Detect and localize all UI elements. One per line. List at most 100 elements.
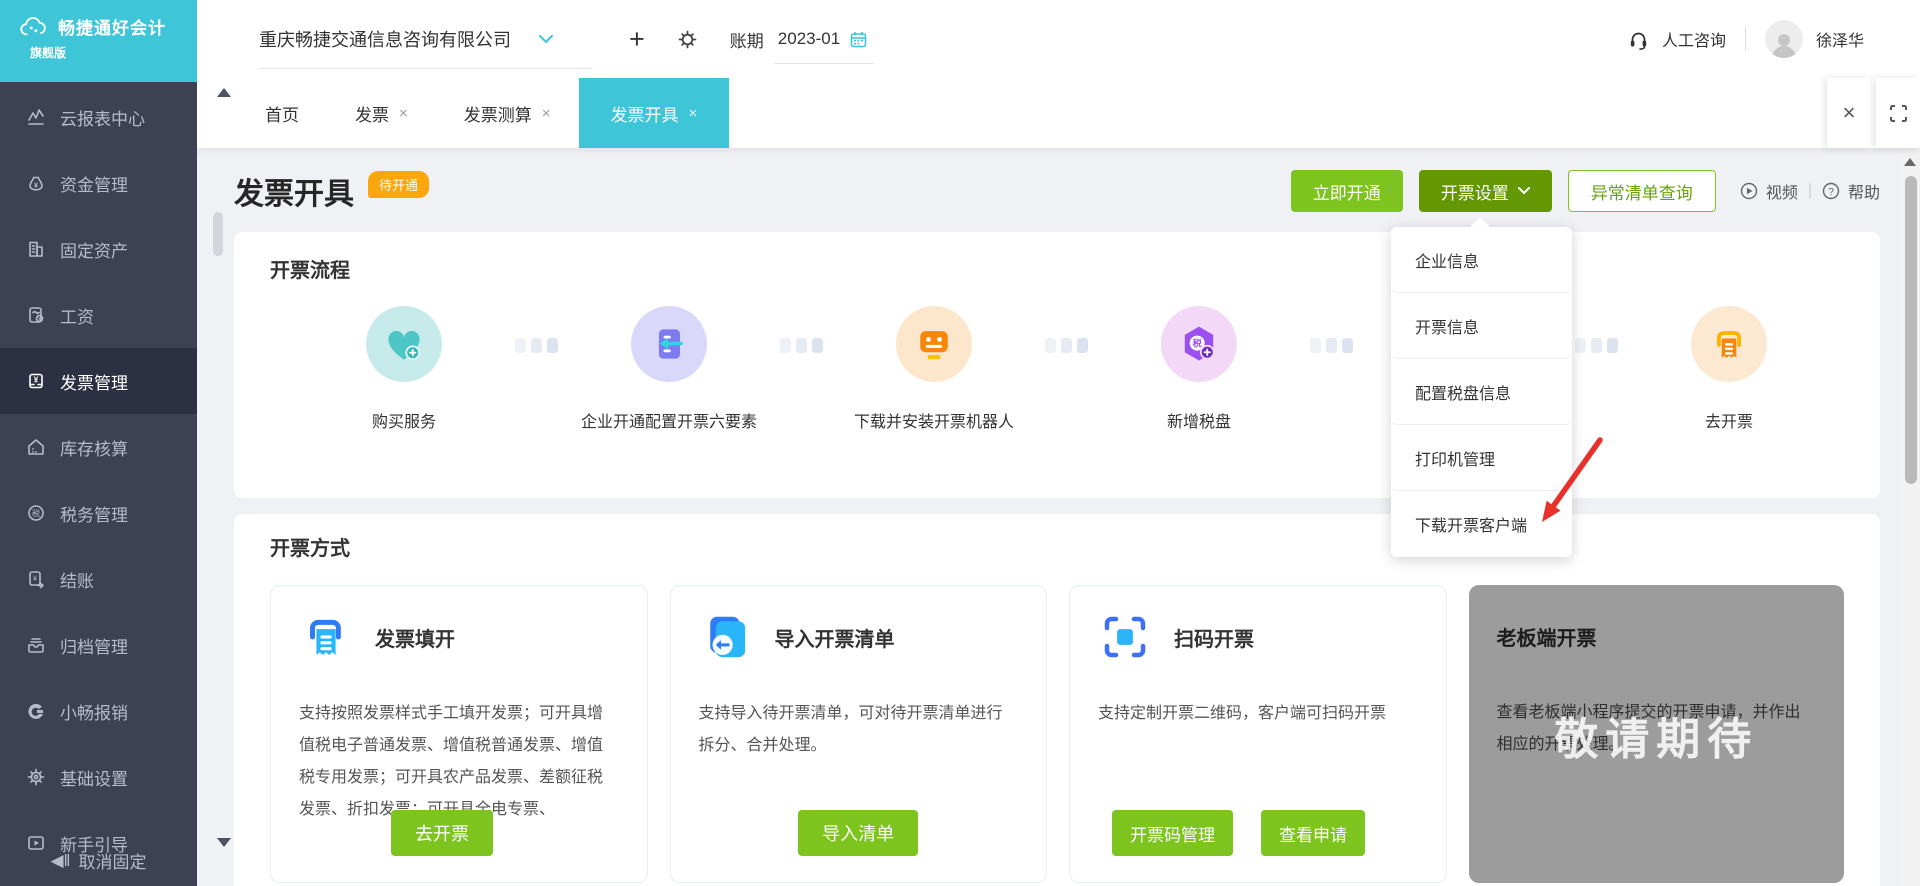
tab-label: 发票 (355, 105, 389, 125)
sidebar-item-inventory[interactable]: 库存核算 (0, 414, 197, 480)
card-boss-invoice: 老板端开票 查看老板端小程序提交的开票申请，并作出相应的开票处理。 敬请期待 (1468, 585, 1844, 883)
scan-card-buttons: 开票码管理 查看申请 (1112, 810, 1365, 856)
sidebar-scroll-down-icon[interactable] (217, 838, 231, 847)
tab-close-icon[interactable]: × (542, 105, 551, 122)
sidebar-item-expense[interactable]: 小畅报销 (0, 678, 197, 744)
flow-step-label: 企业开通配置开票六要素 (580, 414, 757, 431)
sidebar-scrollbar-thumb[interactable] (213, 212, 223, 256)
sidebar-item-cloud-reports[interactable]: 云报表中心 (0, 84, 197, 150)
invoice-methods-panel: 开票方式 发票填开 支持按照发票样式手工填开发票；可开具增值税电子普通发票、增值… (234, 514, 1880, 886)
view-request-button[interactable]: 查看申请 (1261, 810, 1365, 856)
import-list-button[interactable]: 导入清单 (798, 810, 919, 856)
sidebar-item-archive[interactable]: 归档管理 (0, 612, 197, 678)
sidebar-item-funds[interactable]: ¥ 资金管理 (0, 150, 197, 216)
period-value: 2023-01 (777, 29, 841, 48)
help-icon: ? (1822, 182, 1840, 200)
sidebar-item-label: 小畅报销 (60, 703, 128, 723)
card-description: 支持导入待开票清单，可对待开票清单进行拆分、合并处理。 (698, 705, 1003, 754)
activate-now-button[interactable]: 立即开通 (1290, 170, 1403, 212)
card-title: 扫码开票 (1174, 628, 1254, 651)
page-actions: 立即开通 开票设置 异常清单查询 视频 | ? 帮助 (1290, 170, 1880, 212)
company-selector[interactable]: 重庆畅捷交通信息咨询有限公司 (259, 26, 593, 69)
card-title: 发票填开 (375, 628, 455, 651)
user-name[interactable]: 徐泽华 (1816, 27, 1864, 51)
window-controls: × (1827, 78, 1920, 148)
sidebar-item-label: 发票管理 (60, 373, 128, 393)
brand-block: 畅捷通好会计 旗舰版 (0, 0, 197, 82)
card-title: 老板端开票 (1496, 627, 1597, 650)
sidebar-item-label: 归档管理 (60, 637, 128, 657)
close-all-tabs-button[interactable]: × (1827, 78, 1871, 148)
gear-icon (27, 768, 45, 786)
sidebar-item-payroll[interactable]: ¥ 工资 (0, 282, 197, 348)
sidebar-item-fixed-assets[interactable]: 固定资产 (0, 216, 197, 282)
flow-step-label: 去开票 (1704, 414, 1753, 431)
tab-invoice-issue[interactable]: 发票开具 × (578, 78, 730, 148)
support-link[interactable]: 人工咨询 (1662, 27, 1726, 51)
app-window: 畅捷通好会计 旗舰版 云报表中心 ¥ 资金管理 固定资产 ¥ 工资 ¥ 发票管理… (0, 0, 1920, 886)
menu-item-download-client[interactable]: 下载开票客户端 (1391, 491, 1572, 557)
sidebar-item-label: 基础设置 (60, 769, 128, 789)
card-description: 支持按照发票样式手工填开发票；可开具增值税电子普通发票、增值税普通发票、增值税专… (299, 705, 604, 818)
sidebar-item-closing[interactable]: ¥ 结账 (0, 546, 197, 612)
topbar: 重庆畅捷交通信息咨询有限公司 + 账期 2023-01 人工咨询 徐泽华 (197, 0, 1920, 78)
invoice-settings-button[interactable]: 开票设置 (1418, 170, 1552, 212)
avatar[interactable] (1764, 20, 1803, 58)
fullscreen-button[interactable] (1876, 78, 1920, 148)
tax-disk-plus-icon: 税 (1161, 306, 1237, 382)
unpin-sidebar-button[interactable]: ◀‖ 取消固定 (0, 848, 197, 873)
unpin-label: 取消固定 (78, 853, 147, 872)
building-icon (29, 241, 43, 257)
headset-icon (1628, 28, 1649, 50)
tab-close-icon[interactable]: × (689, 105, 698, 122)
menu-item-printer-mgmt[interactable]: 打印机管理 (1391, 425, 1572, 491)
main-scroll-up-icon[interactable] (1904, 158, 1916, 166)
flow-separator-dots (1310, 338, 1353, 353)
card-description: 支持定制开票二维码，客户端可扫码开票 (1098, 705, 1387, 722)
tab-label: 发票测算 (463, 105, 532, 125)
video-link[interactable]: 视频 (1766, 179, 1798, 203)
sidebar-item-label: 税务管理 (60, 505, 128, 525)
tab-close-icon[interactable]: × (399, 105, 408, 122)
flow-step-six-elements[interactable]: 企业开通配置开票六要素 (539, 306, 799, 432)
sidebar-item-tax[interactable]: 税 税务管理 (0, 480, 197, 546)
tab-home[interactable]: 首页 (237, 78, 327, 148)
flow-step-add-tax-disk[interactable]: 税 新增税盘 (1069, 306, 1329, 432)
svg-text:税: 税 (1193, 337, 1203, 348)
period-selector[interactable]: 2023-01 (773, 29, 875, 64)
chart-icon (28, 109, 44, 125)
cloud-logo-icon (18, 15, 50, 39)
brand-edition: 旗舰版 (30, 46, 67, 60)
menu-item-company-info[interactable]: 企业信息 (1391, 227, 1572, 293)
menu-item-invoice-info[interactable]: 开票信息 (1391, 293, 1572, 359)
sidebar-item-settings[interactable]: 基础设置 (0, 744, 197, 810)
menu-item-tax-disk-config[interactable]: 配置税盘信息 (1391, 359, 1572, 425)
flow-step-buy-service[interactable]: 购买服务 (274, 306, 534, 432)
help-link[interactable]: 帮助 (1848, 179, 1880, 203)
tab-invoice[interactable]: 发票 × (327, 78, 436, 148)
main-scrollbar-thumb[interactable] (1905, 176, 1917, 484)
sidebar-item-label: 云报表中心 (60, 109, 145, 129)
flow-step-go-invoice[interactable]: 去开票 (1599, 306, 1859, 432)
help-links: 视频 | ? 帮助 (1740, 179, 1880, 203)
settings-gear-icon[interactable] (677, 29, 698, 50)
go-invoice-button[interactable]: 去开票 (391, 810, 493, 856)
calendar-icon (850, 31, 867, 47)
flow-step-robot[interactable]: 下载并安装开票机器人 (804, 306, 1064, 432)
sidebar-scroll-up-icon[interactable] (217, 88, 231, 97)
payroll-doc-icon: ¥ (29, 307, 44, 323)
method-cards: 发票填开 支持按照发票样式手工填开发票；可开具增值税电子普通发票、增值税普通发票… (270, 585, 1844, 883)
tab-invoice-calc[interactable]: 发票测算 × (436, 78, 579, 148)
svg-text:?: ? (1828, 186, 1834, 198)
flow-step-label: 新增税盘 (1166, 414, 1231, 431)
flow-step-label: 购买服务 (371, 414, 436, 431)
abnormal-list-button[interactable]: 异常清单查询 (1567, 170, 1716, 212)
invoice-code-manage-button[interactable]: 开票码管理 (1112, 810, 1233, 856)
add-company-button[interactable]: + (629, 25, 645, 53)
invoice-printer-icon (1691, 306, 1767, 382)
fullscreen-icon (1889, 104, 1907, 122)
sidebar-item-invoice-mgmt[interactable]: ¥ 发票管理 (0, 348, 197, 414)
money-bag-icon: ¥ (29, 176, 43, 191)
svg-text:¥: ¥ (34, 376, 39, 385)
sidebar-nav: 云报表中心 ¥ 资金管理 固定资产 ¥ 工资 ¥ 发票管理 库存核算 税 税务管… (0, 84, 197, 876)
